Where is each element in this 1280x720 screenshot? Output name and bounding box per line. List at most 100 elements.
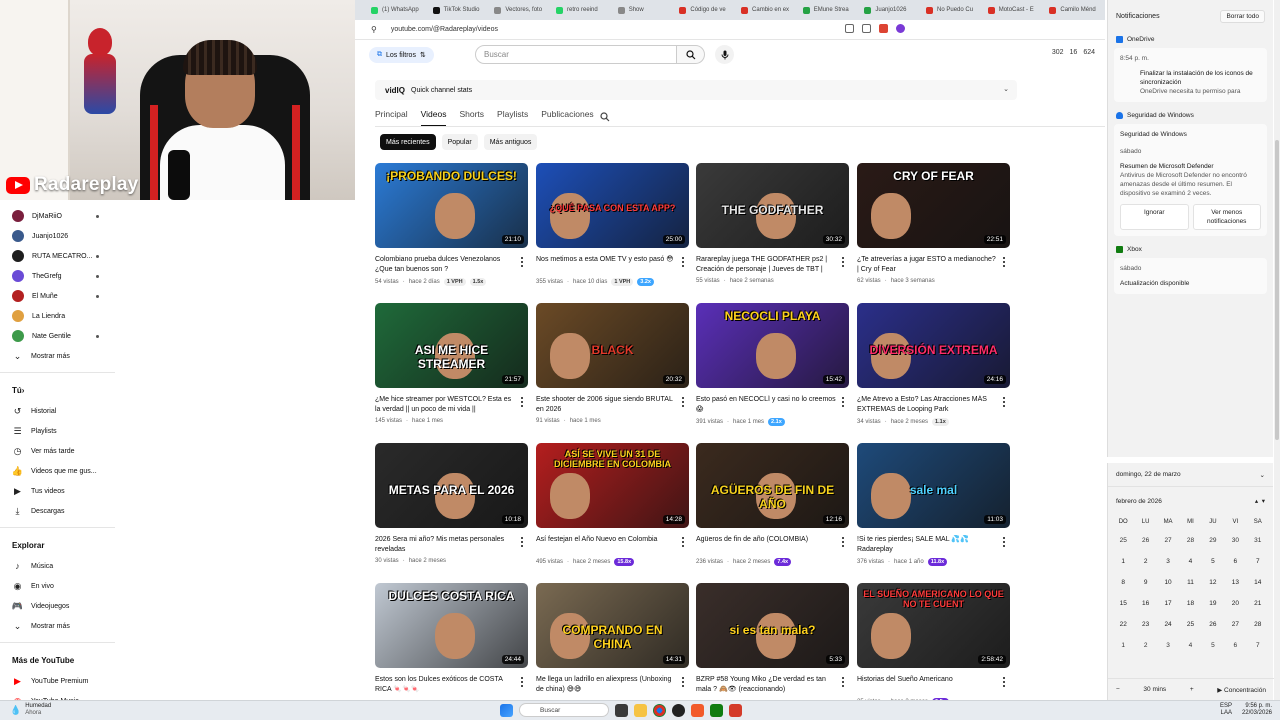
sidebar-item[interactable]: ⌄ Mostrar más: [0, 616, 115, 636]
brave-shield-icon[interactable]: [879, 24, 888, 33]
video-thumbnail[interactable]: ASI ME HICE STREAMER 21:57: [375, 303, 528, 388]
more-options-icon[interactable]: [679, 256, 687, 268]
screenshot-icon[interactable]: [862, 24, 871, 33]
sidebar-item[interactable]: ◉ En vivo: [0, 576, 115, 596]
browser-tab[interactable]: Cambio en ex: [737, 1, 797, 19]
url-text[interactable]: youtube.com/@Radareplay/videos: [391, 26, 498, 33]
windows-start-icon[interactable]: [500, 703, 513, 717]
sort-chip[interactable]: Más recientes: [380, 134, 436, 150]
video-thumbnail[interactable]: BLACK 20:32: [536, 303, 689, 388]
cast-icon[interactable]: [845, 24, 854, 33]
browser-tab[interactable]: Show: [614, 1, 674, 19]
subscription-item[interactable]: Nate Gentile: [0, 326, 115, 346]
sidebar-item[interactable]: ⌄ Mostrar más: [0, 346, 115, 366]
video-title[interactable]: Estos son los Dulces exóticos de COSTA R…: [375, 675, 515, 695]
subscription-item[interactable]: La Liendra: [0, 306, 115, 326]
chrome-icon[interactable]: [653, 703, 666, 717]
brave-icon[interactable]: [691, 703, 704, 717]
video-card[interactable]: ¡PROBANDO DULCES! 21:10 Colombiano prueba …: [375, 163, 528, 303]
video-thumbnail[interactable]: METAS PARA EL 2026 10:18: [375, 443, 528, 528]
more-options-icon[interactable]: [839, 396, 847, 408]
video-card[interactable]: THE GODFATHER 30:32 Rarareplay juega THE G…: [696, 163, 849, 303]
more-options-icon[interactable]: [679, 536, 687, 548]
tab-principal[interactable]: Principal: [375, 105, 408, 127]
calendar-day[interactable]: 16: [1134, 594, 1156, 613]
calendar-day[interactable]: 10: [1157, 573, 1179, 592]
video-title[interactable]: Este shooter de 2006 sigue siendo BRUTAL…: [536, 395, 676, 415]
more-options-icon[interactable]: [839, 676, 847, 688]
sidebar-item[interactable]: ↺ Historial: [0, 401, 115, 421]
video-title[interactable]: BZRP #58 Young Miko ¿De verdad es tan ma…: [696, 675, 836, 695]
calendar-day[interactable]: 20: [1224, 594, 1246, 613]
video-card[interactable]: COMPRANDO EN CHINA 14:31 Me llega un ladri…: [536, 583, 689, 700]
page-scrollbar[interactable]: [1274, 0, 1280, 700]
subscription-item[interactable]: TheGrefg: [0, 266, 115, 286]
browser-tab[interactable]: Juanjo1026: [860, 1, 920, 19]
calendar-day[interactable]: 4: [1179, 636, 1201, 655]
sidebar-item[interactable]: ⤓ Descargas: [0, 501, 115, 521]
calendar-day[interactable]: 27: [1224, 615, 1246, 634]
video-card[interactable]: AGÜEROS DE FIN DE AÑO 12:16 Agüeros de fin…: [696, 443, 849, 583]
video-title[interactable]: ¿Me Atrevo a Esto? Las Atracciones MÁS E…: [857, 395, 997, 415]
video-title[interactable]: Me llega un ladrillo en aliexpress (Unbo…: [536, 675, 676, 695]
more-options-icon[interactable]: [839, 536, 847, 548]
scrollbar-thumb[interactable]: [1275, 140, 1279, 440]
search-button[interactable]: [677, 45, 705, 64]
video-card[interactable]: DIVERSIÓN EXTREMA 24:16 ¿Me Atrevo a Esto?…: [857, 303, 1010, 443]
channel-search-icon[interactable]: [600, 109, 610, 127]
voice-search-button[interactable]: [715, 45, 734, 64]
video-card[interactable]: CRY OF FEAR 22:51 ¿Te atreverías a jugar E…: [857, 163, 1010, 303]
vidiq-quick-stats-bar[interactable]: vidIQ Quick channel stats ⌄: [375, 80, 1017, 100]
widgets-icon[interactable]: [615, 703, 628, 717]
calendar-day[interactable]: 5: [1202, 552, 1224, 571]
browser-tab[interactable]: Vectores, foto: [490, 1, 550, 19]
calendar-day[interactable]: 27: [1157, 531, 1179, 550]
chevron-down-icon[interactable]: ⌄: [1003, 85, 1009, 93]
sidebar-item[interactable]: 👍 Videos que me gus...: [0, 461, 115, 481]
you-section-header[interactable]: Tú ›: [0, 379, 115, 401]
video-card[interactable]: ASÍ SE VIVE UN 31 DE DICIEMBRE EN COLOMB…: [536, 443, 689, 583]
video-card[interactable]: BLACK 20:32 Este shooter de 2006 sigue sie…: [536, 303, 689, 443]
calendar-day[interactable]: 29: [1202, 531, 1224, 550]
subscription-item[interactable]: RUTA MECATRO...: [0, 246, 115, 266]
video-title[interactable]: Agüeros de fin de año (COLOMBIA): [696, 535, 836, 545]
video-thumbnail[interactable]: COMPRANDO EN CHINA 14:31: [536, 583, 689, 668]
video-card[interactable]: EL SUEÑO AMERICANO LO QUE NO TE CUENT 2:5…: [857, 583, 1010, 700]
calendar-day[interactable]: 11: [1179, 573, 1201, 592]
more-options-icon[interactable]: [518, 676, 526, 688]
file-explorer-icon[interactable]: [634, 703, 647, 717]
calendar-day[interactable]: 19: [1202, 594, 1224, 613]
calendar-day[interactable]: 2: [1134, 552, 1156, 571]
video-title[interactable]: Así festejan el Año Nuevo en Colombia: [536, 535, 676, 545]
calendar-day[interactable]: 7: [1247, 552, 1269, 571]
calendar-day[interactable]: 1: [1112, 636, 1134, 655]
focus-start-button[interactable]: ▶ Concentración: [1217, 686, 1266, 694]
calendar-day[interactable]: 30: [1224, 531, 1246, 550]
video-title[interactable]: Colombiano prueba dulces Venezolanos ¿Qu…: [375, 255, 515, 275]
calendar-day[interactable]: 9: [1134, 573, 1156, 592]
video-title[interactable]: ¿Me hice streamer por WESTCOL? Esta es l…: [375, 395, 515, 415]
subscription-item[interactable]: El Muñe: [0, 286, 115, 306]
video-card[interactable]: ASI ME HICE STREAMER 21:57 ¿Me hice stream…: [375, 303, 528, 443]
browser-tab[interactable]: No Puedo Cu: [922, 1, 982, 19]
browser-tab[interactable]: Código de ve: [675, 1, 735, 19]
calendar-day[interactable]: 21: [1247, 594, 1269, 613]
calendar-day[interactable]: 13: [1224, 573, 1246, 592]
more-options-icon[interactable]: [839, 256, 847, 268]
video-thumbnail[interactable]: NECOCLI PLAYA 15:42: [696, 303, 849, 388]
tab-playlists[interactable]: Playlists: [497, 105, 528, 127]
browser-tab[interactable]: retro reeind: [552, 1, 612, 19]
calendar-day[interactable]: 12: [1202, 573, 1224, 592]
chevron-down-icon[interactable]: ▾: [1262, 498, 1265, 505]
more-options-icon[interactable]: [1000, 676, 1008, 688]
video-thumbnail[interactable]: si es tan mala? 5:33: [696, 583, 849, 668]
defender-notification[interactable]: Seguridad de Windows sábado Resumen de M…: [1114, 124, 1267, 236]
calendar-day[interactable]: 1: [1112, 552, 1134, 571]
language-indicator[interactable]: ESP LAA: [1220, 703, 1232, 717]
xbox-app-icon[interactable]: [710, 703, 723, 717]
tab-videos[interactable]: Videos: [420, 105, 447, 127]
video-thumbnail[interactable]: sale mal 11:03: [857, 443, 1010, 528]
calendar-day[interactable]: 6: [1224, 636, 1246, 655]
video-thumbnail[interactable]: ¡PROBANDO DULCES! 21:10: [375, 163, 528, 248]
site-info-icon[interactable]: ⚲: [371, 25, 377, 34]
